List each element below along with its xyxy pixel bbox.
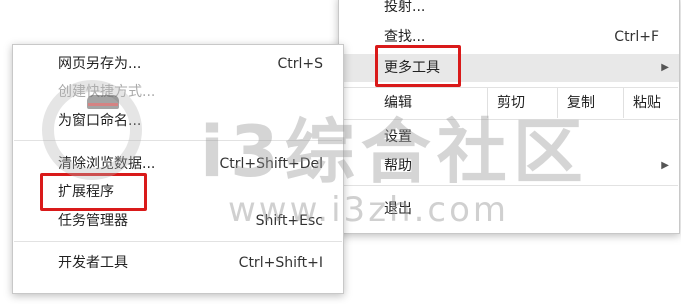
save-page-menu-item[interactable]: 网页另存为... Ctrl+S (13, 51, 343, 77)
task-manager-label: 任务管理器 (58, 213, 128, 229)
save-page-label: 网页另存为... (58, 56, 142, 72)
watermark-url: www.i3zh.com (228, 190, 510, 230)
cast-label: 投射... (384, 0, 426, 15)
find-shortcut: Ctrl+F (614, 29, 659, 45)
name-window-label: 为窗口命名... (58, 113, 142, 129)
paste-button[interactable]: 粘贴 (623, 88, 670, 118)
menu-separator (14, 241, 342, 242)
submenu-arrow-icon: ▶ (661, 160, 669, 171)
more-tools-highlight-box (375, 45, 461, 87)
cast-menu-item[interactable]: 投射... (339, 0, 679, 20)
dev-tools-shortcut: Ctrl+Shift+I (238, 255, 323, 271)
submenu-arrow-icon: ▶ (661, 62, 669, 73)
save-page-shortcut: Ctrl+S (277, 56, 323, 72)
dev-tools-label: 开发者工具 (58, 255, 128, 271)
extensions-highlight-box (40, 173, 147, 211)
watermark-hat-icon (87, 95, 119, 109)
watermark-hat-band (88, 103, 118, 106)
dev-tools-menu-item[interactable]: 开发者工具 Ctrl+Shift+I (13, 250, 343, 276)
watermark-title: i3综合社区 (200, 111, 589, 193)
